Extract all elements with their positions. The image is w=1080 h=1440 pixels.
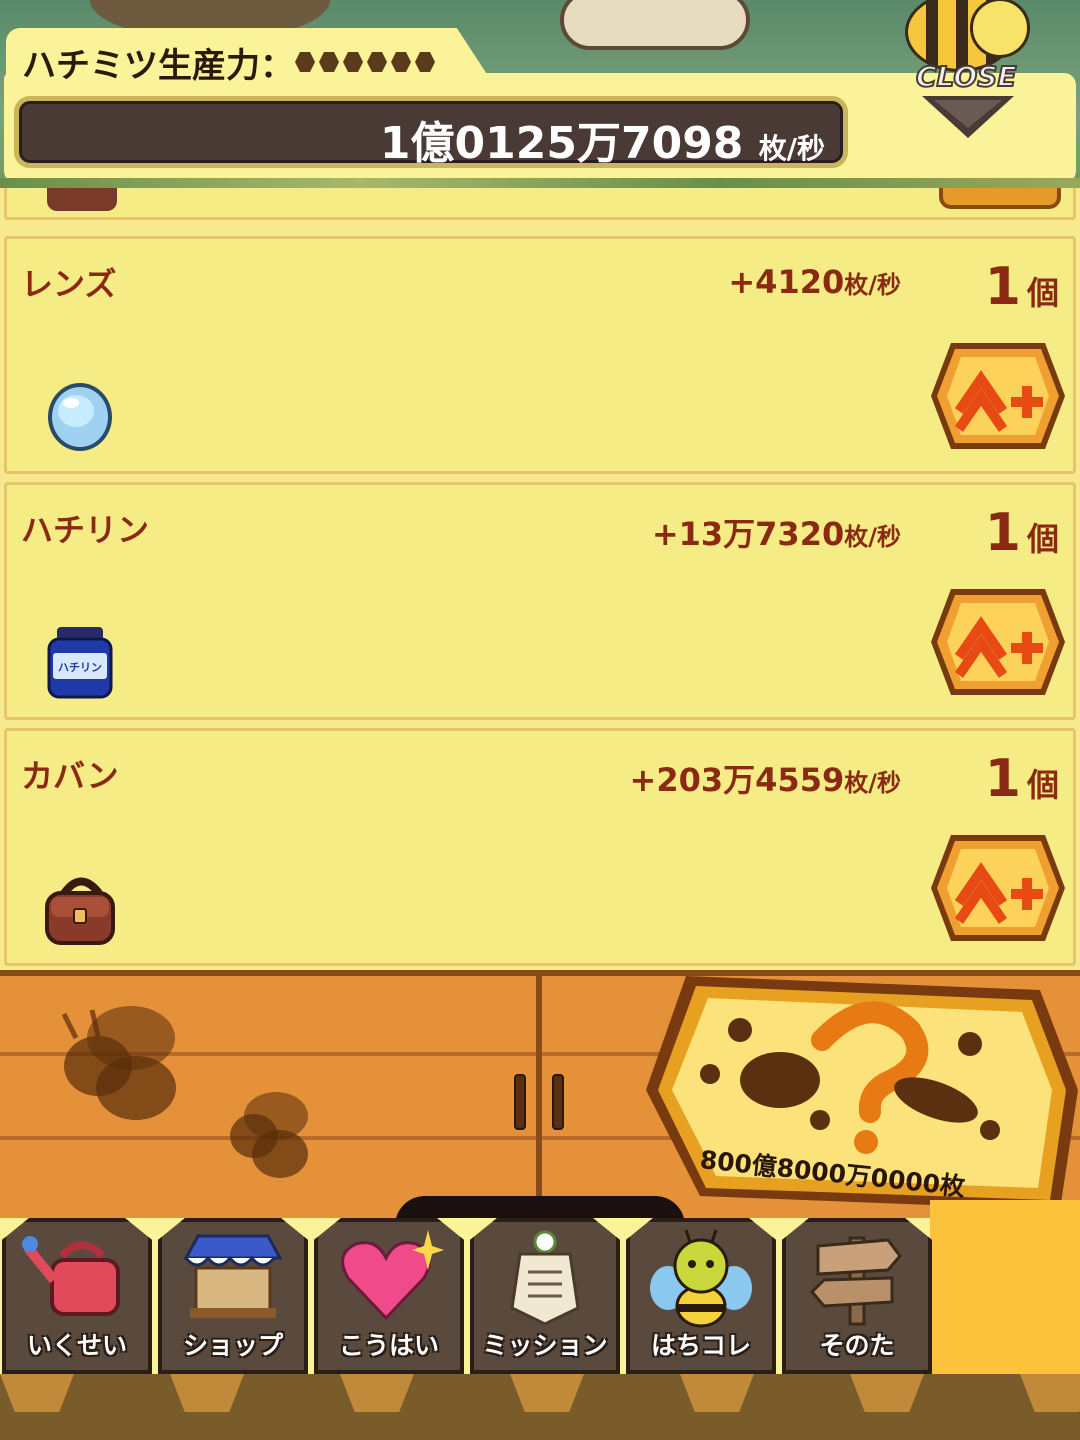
item-list[interactable]: レンズ +4120枚/秒 1個 ハチリン +13万7320枚/秒 1個 ハチリン: [0, 188, 1080, 970]
item-rate-unit: 枚/秒: [844, 769, 901, 797]
shop-stall-icon: [183, 1234, 283, 1318]
item-count-unit: 個: [1026, 766, 1059, 804]
item-rate: +13万7320枚/秒: [652, 509, 901, 555]
production-counter: 1億0125万7098 枚/秒: [14, 96, 848, 169]
upgrade-button[interactable]: [929, 339, 1067, 453]
item-rate: +203万4559枚/秒: [630, 755, 901, 801]
item-name: カバン: [21, 757, 119, 795]
nav-item-label: はちコレ: [650, 1331, 751, 1360]
nav-item-label: こうはい: [338, 1331, 439, 1360]
nav-item-label: いくせい: [26, 1331, 127, 1360]
item-count: 1個: [985, 503, 1059, 563]
item-count-unit: 個: [1026, 520, 1059, 558]
floor-strip: [0, 1374, 1080, 1440]
list-item: レンズ +4120枚/秒 1個: [4, 236, 1076, 474]
item-rate-unit: 枚/秒: [844, 271, 901, 299]
nav-item-hachikore[interactable]: はちコレ: [626, 1218, 776, 1374]
watering-can-icon: [22, 1236, 120, 1316]
heart-sparkle-icon: [341, 1230, 444, 1321]
dresser-handle: [552, 1074, 564, 1130]
bottom-nav-corner: [930, 1200, 1080, 1374]
bee-silhouette-icon: [61, 1006, 176, 1120]
jar-label: ハチリン: [58, 661, 102, 674]
item-count: 1個: [985, 257, 1059, 317]
item-name: レンズ: [21, 265, 117, 303]
nav-item-sonota[interactable]: そのた: [782, 1218, 932, 1374]
upgrade-button[interactable]: [929, 831, 1067, 945]
item-count: 1個: [985, 749, 1059, 809]
close-button-label: CLOSE: [915, 59, 1017, 94]
item-rate: +4120枚/秒: [728, 263, 901, 301]
chevron-down-icon-inner: [934, 100, 1002, 128]
item-count-value: 1: [984, 257, 1021, 317]
nav-item-shop[interactable]: ショップ: [158, 1218, 308, 1374]
dresser-handle: [514, 1074, 526, 1130]
upgrade-button[interactable]: [929, 585, 1067, 699]
item-count-value: 1: [984, 503, 1021, 563]
nav-item-kouhai[interactable]: こうはい: [314, 1218, 464, 1374]
item-count-unit: 個: [1026, 274, 1059, 312]
dresser-divider: [536, 976, 542, 1226]
item-rate-value: +4120: [728, 263, 845, 301]
production-counter-unit: 枚/秒: [758, 132, 825, 165]
item-rate-value: +13万7320: [651, 515, 845, 553]
item-count-value: 1: [984, 749, 1021, 809]
nav-item-label: ミッション: [482, 1331, 608, 1360]
lens-icon: [48, 383, 112, 451]
item-rate-value: +203万4559: [629, 761, 845, 799]
small-bee-silhouette-icon: [230, 1092, 308, 1178]
partial-upgrade-button[interactable]: [939, 188, 1061, 209]
header-title-hex-dots: [295, 52, 435, 72]
list-item-partial: [4, 188, 1076, 220]
bag-icon: [45, 877, 115, 945]
nav-item-mission[interactable]: ミッション: [470, 1218, 620, 1374]
list-item: カバン +203万4559枚/秒 1個: [4, 728, 1076, 966]
nav-item-label: そのた: [819, 1331, 895, 1360]
list-item: ハチリン +13万7320枚/秒 1個 ハチリン: [4, 482, 1076, 720]
nav-item-label: ショップ: [182, 1331, 283, 1360]
header-title: ハチミツ生産力：: [22, 46, 294, 86]
production-counter-value: 1億0125万7098: [379, 118, 744, 169]
signpost-icon: [809, 1236, 902, 1326]
jar-icon: ハチリン: [47, 627, 113, 699]
bee-icon: [650, 1229, 752, 1328]
scroll-badge-icon: [510, 1230, 580, 1326]
item-rate-unit: 枚/秒: [844, 523, 901, 551]
close-button[interactable]: CLOSE: [912, 59, 1022, 150]
partial-item-icon: [47, 188, 117, 211]
item-name: ハチリン: [21, 511, 150, 549]
nav-item-ikusei[interactable]: いくせい: [2, 1218, 152, 1374]
